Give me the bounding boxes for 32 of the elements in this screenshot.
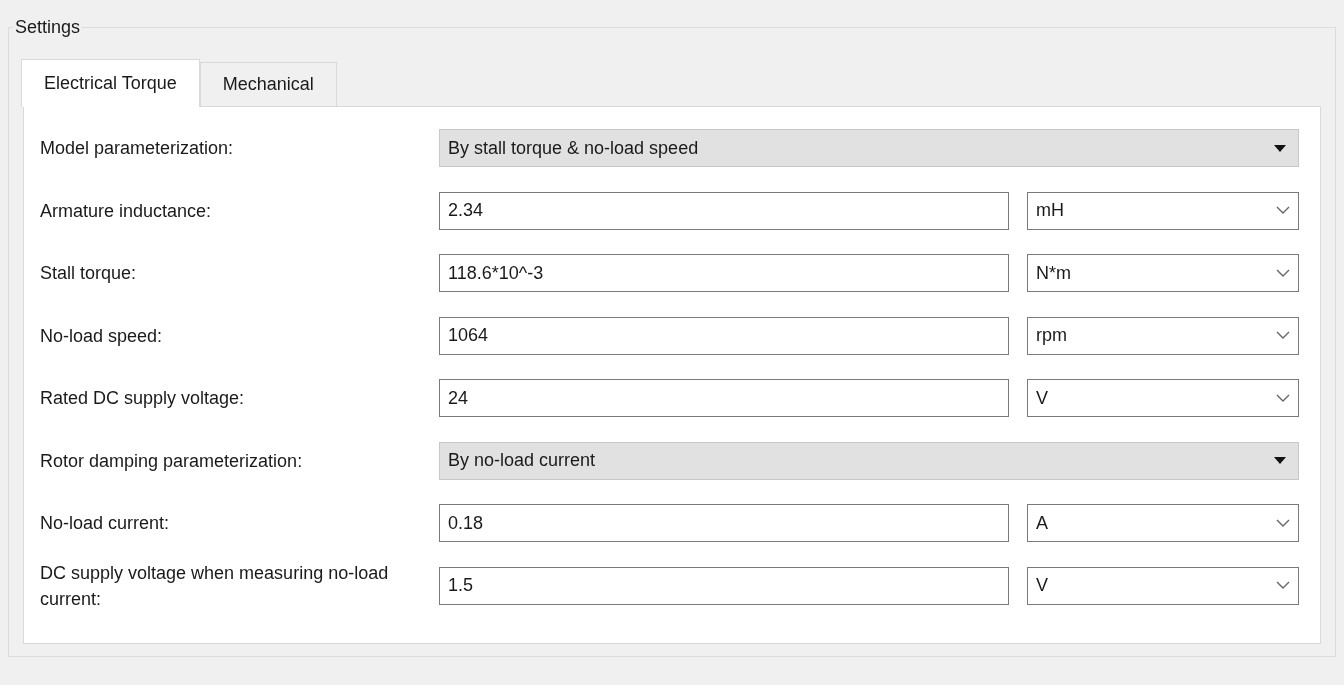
dropdown[interactable]: By stall torque & no-load speed — [439, 129, 1299, 168]
tab[interactable]: Electrical Torque — [21, 59, 200, 107]
chevron-down-icon — [1276, 518, 1290, 528]
chevron-down-icon — [1276, 268, 1290, 278]
input-field[interactable]: 2.34 — [439, 191, 1009, 230]
unit-dropdown[interactable]: A — [1027, 504, 1299, 543]
unit-dropdown[interactable]: rpm — [1027, 316, 1299, 355]
field-label: DC supply voltage when measuring no-load current: — [40, 561, 390, 611]
chevron-down-icon — [1276, 393, 1290, 403]
field-label: Rotor damping parameterization: — [40, 449, 304, 473]
chevron-down-icon — [1276, 206, 1290, 216]
chevron-down-icon — [1276, 331, 1290, 341]
input-field[interactable]: 118.6*10^-3 — [439, 254, 1009, 293]
unit-dropdown[interactable]: mH — [1027, 191, 1299, 230]
input-field[interactable]: 1.5 — [439, 566, 1009, 605]
field-label: No-load current: — [40, 512, 171, 536]
unit-dropdown[interactable]: V — [1027, 566, 1299, 605]
dropdown-arrow-icon — [1274, 144, 1286, 152]
input-field[interactable]: 24 — [439, 379, 1009, 418]
field-label: Armature inductance: — [40, 199, 213, 223]
field-label: Rated DC supply voltage: — [40, 387, 246, 411]
field-label: Model parameterization: — [40, 137, 235, 161]
input-field[interactable]: 0.18 — [439, 504, 1009, 543]
unit-dropdown[interactable]: N*m — [1027, 254, 1299, 293]
input-field[interactable]: 1064 — [439, 316, 1009, 355]
field-label: Stall torque: — [40, 262, 138, 286]
chevron-down-icon — [1276, 581, 1290, 591]
tab[interactable]: Mechanical — [199, 62, 337, 106]
field-label: No-load speed: — [40, 324, 164, 348]
unit-dropdown[interactable]: V — [1027, 379, 1299, 418]
dropdown-arrow-icon — [1274, 457, 1286, 465]
dropdown[interactable]: By no-load current — [439, 441, 1299, 480]
